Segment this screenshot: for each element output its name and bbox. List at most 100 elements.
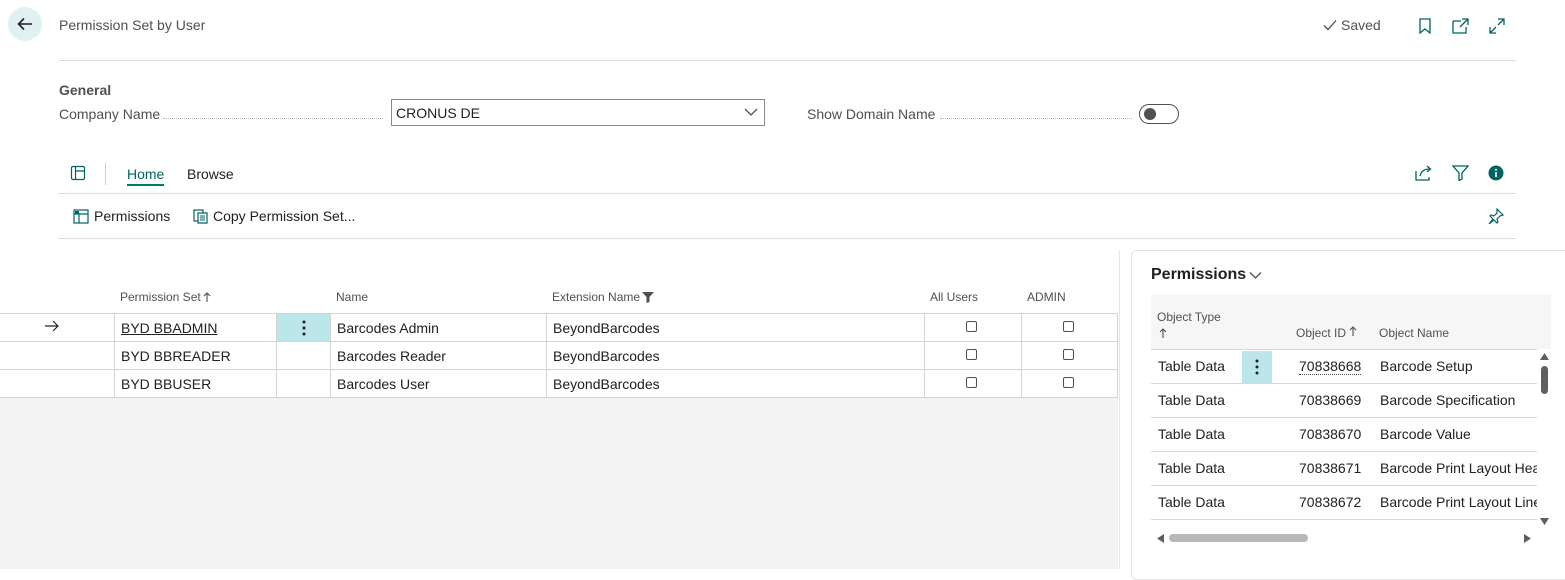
column-header-object-name[interactable]: Object Name [1379, 326, 1449, 340]
pin-icon [1488, 208, 1504, 224]
vertical-scrollbar-thumb[interactable] [1541, 366, 1548, 394]
all-users-checkbox[interactable] [966, 349, 977, 360]
column-header-object-type[interactable]: Object Type [1157, 310, 1221, 324]
copy-permission-set-action[interactable]: Copy Permission Set... [193, 208, 355, 224]
scroll-up-button[interactable] [1540, 353, 1549, 360]
factbox-grid-line [1151, 485, 1537, 486]
chevron-down-icon [744, 108, 758, 116]
scroll-right-button[interactable] [1524, 534, 1531, 543]
company-name-label: Company Name [59, 106, 161, 122]
permissions-icon [73, 208, 89, 224]
factbox-row-actions-menu-button[interactable] [1242, 351, 1272, 383]
triangle-left-icon [1157, 534, 1164, 543]
permission-set-cell[interactable]: BYD BBUSER [121, 376, 211, 392]
grid-line [1021, 313, 1022, 398]
object-name-cell: Barcode Print Layout Hea [1380, 460, 1537, 476]
admin-checkbox[interactable] [1063, 377, 1074, 388]
permission-set-link[interactable]: BYD BBADMIN [121, 320, 217, 336]
column-header-name[interactable]: Name [336, 290, 368, 304]
show-fact-box-button[interactable] [70, 165, 86, 181]
grid-empty-area [0, 398, 1118, 569]
factbox-divider [1119, 250, 1120, 569]
permission-set-cell[interactable]: BYD BBREADER [121, 348, 231, 364]
company-name-select[interactable]: CRONUS DE [391, 99, 765, 126]
show-domain-name-toggle[interactable] [1139, 104, 1179, 124]
object-id-link[interactable]: 70838668 [1299, 358, 1362, 375]
all-users-checkbox[interactable] [966, 377, 977, 388]
info-button[interactable] [1488, 165, 1504, 181]
permissions-action[interactable]: Permissions [73, 208, 170, 224]
grid-line [0, 369, 1118, 370]
object-name-cell: Barcode Setup [1380, 358, 1473, 374]
scroll-left-button[interactable] [1157, 534, 1164, 543]
grid-line [0, 341, 1118, 342]
filter-icon [1452, 165, 1469, 181]
arrow-right-icon [45, 320, 59, 332]
share-button[interactable] [1415, 165, 1433, 181]
grid-line [330, 313, 331, 398]
header-divider [59, 60, 1516, 61]
pin-action-bar-button[interactable] [1488, 208, 1504, 224]
object-id-cell: 70838672 [1299, 494, 1362, 510]
column-header-permission-set[interactable]: Permission Set [120, 290, 211, 304]
grid-line [1117, 313, 1118, 398]
admin-checkbox[interactable] [1063, 321, 1074, 332]
object-name-cell: Barcode Specification [1380, 392, 1516, 408]
object-name-cell: Barcode Print Layout Line [1380, 494, 1537, 510]
expand-icon [1489, 18, 1505, 34]
row-actions-menu-button[interactable] [277, 314, 330, 341]
admin-checkbox[interactable] [1063, 349, 1074, 360]
page-title: Permission Set by User [59, 17, 206, 33]
column-header-all-users[interactable]: All Users [930, 290, 978, 304]
current-row-indicator [45, 320, 60, 332]
all-users-checkbox[interactable] [966, 321, 977, 332]
permissions-factbox-title[interactable]: Permissions [1151, 266, 1262, 284]
checkmark-icon [1323, 20, 1337, 31]
company-name-dots [163, 118, 383, 119]
column-header-extension-name[interactable]: Extension Name [552, 290, 655, 304]
object-id-cell: 70838669 [1299, 392, 1362, 408]
tab-browse[interactable]: Browse [187, 166, 234, 184]
copy-icon [193, 208, 208, 224]
object-id-cell: 70838670 [1299, 426, 1362, 442]
factbox-grid-line [1151, 451, 1537, 452]
triangle-right-icon [1524, 534, 1531, 543]
factbox-grid-line [1151, 383, 1537, 384]
scroll-down-button[interactable] [1540, 518, 1549, 525]
back-button[interactable] [8, 7, 42, 41]
bookmark-button[interactable] [1414, 15, 1436, 37]
factbox-grid-line [1151, 519, 1537, 520]
chevron-down-icon [1249, 271, 1262, 279]
expand-button[interactable] [1486, 15, 1508, 37]
open-new-window-button[interactable] [1449, 15, 1471, 37]
column-header-object-id[interactable]: Object ID [1296, 326, 1357, 340]
grid-line [114, 313, 115, 398]
sort-ascending-icon [1159, 328, 1167, 339]
info-icon [1488, 165, 1504, 181]
toggle-knob [1144, 108, 1156, 120]
company-name-value: CRONUS DE [396, 104, 481, 121]
copy-permission-set-label: Copy Permission Set... [213, 208, 356, 224]
show-domain-name-dots [940, 118, 1132, 119]
column-header-admin[interactable]: ADMIN [1027, 290, 1066, 304]
object-type-cell: Table Data [1158, 460, 1225, 476]
more-vertical-icon [1255, 359, 1259, 375]
sort-ascending-icon [1349, 326, 1357, 336]
bookmark-icon [1419, 18, 1431, 34]
horizontal-scrollbar-thumb[interactable] [1169, 534, 1308, 542]
open-in-new-window-icon [1451, 18, 1469, 34]
factbox-grid-line [1151, 417, 1537, 418]
general-section-title: General [59, 82, 112, 98]
name-cell: Barcodes User [337, 376, 430, 392]
actions-divider [59, 238, 1516, 239]
tab-separator [105, 163, 106, 185]
saved-status: Saved [1323, 17, 1381, 33]
object-type-cell: Table Data [1158, 358, 1225, 374]
filter-button[interactable] [1452, 165, 1469, 181]
sort-ascending-icon [203, 291, 211, 302]
share-icon [1415, 165, 1432, 181]
tab-home[interactable]: Home [127, 166, 165, 186]
permissions-label: Permissions [94, 208, 171, 224]
grid-line [0, 313, 1118, 314]
triangle-down-icon [1540, 518, 1549, 525]
